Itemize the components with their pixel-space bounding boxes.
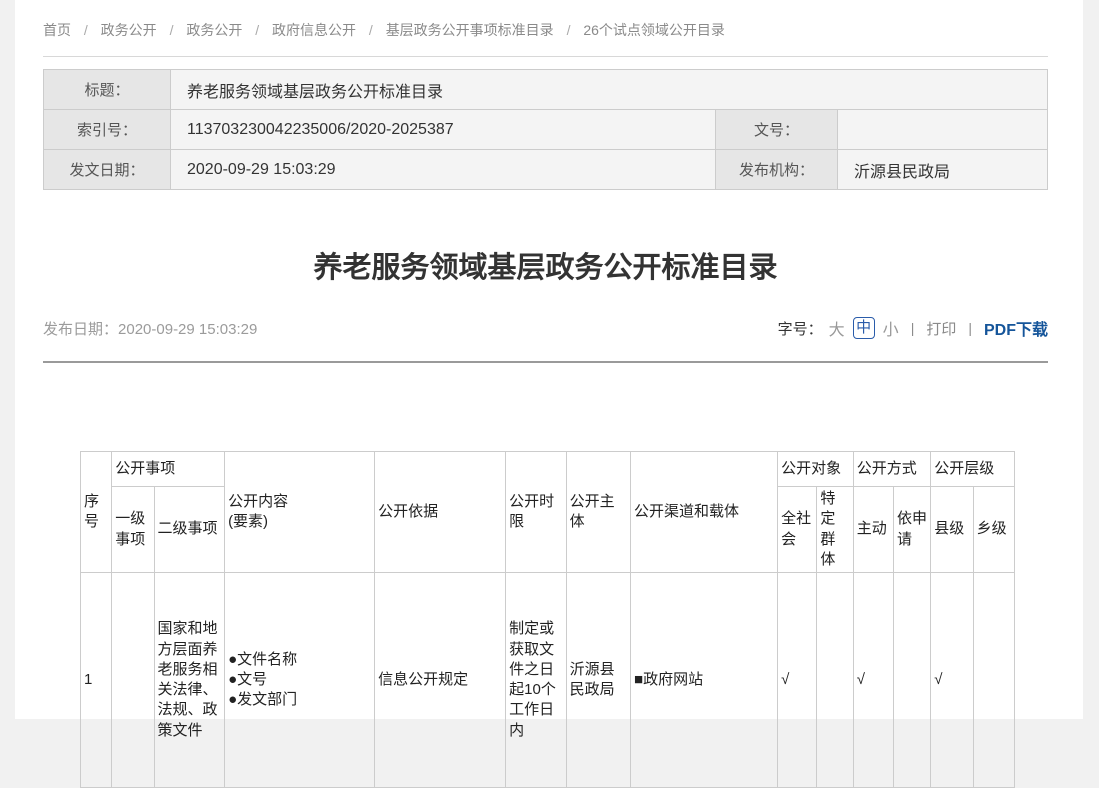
breadcrumb-separator: / bbox=[369, 22, 373, 38]
header-method-active: 主动 bbox=[853, 487, 893, 573]
doc-agency-label: 发布机构： bbox=[716, 150, 838, 190]
cell-level2-item: 国家和地方层面养老服务相关法律、法规、政策文件 bbox=[154, 573, 225, 788]
header-target-all: 全社会 bbox=[778, 487, 817, 573]
breadcrumb-item-standard-catalog[interactable]: 基层政务公开事项标准目录 bbox=[386, 22, 554, 38]
cell-level1-item bbox=[112, 573, 154, 788]
cell-time-limit: 制定或获取文件之日起10个工作日内 bbox=[506, 573, 566, 788]
header-target-specific: 特定群体 bbox=[817, 487, 853, 573]
font-size-label: 字号： bbox=[778, 318, 823, 339]
breadcrumb-separator: / bbox=[567, 22, 571, 38]
page-title: 养老服务领域基层政务公开标准目录 bbox=[43, 247, 1048, 289]
breadcrumb-separator: / bbox=[255, 22, 259, 38]
cell-method-active: √ bbox=[853, 573, 893, 788]
breadcrumb: 首页 / 政务公开 / 政务公开 / 政府信息公开 / 基层政务公开事项标准目录… bbox=[43, 0, 1048, 57]
publish-date-value: 2020-09-29 15:03:29 bbox=[118, 321, 257, 338]
doc-index-label: 索引号： bbox=[44, 110, 171, 150]
cell-target-specific bbox=[817, 573, 853, 788]
breadcrumb-separator: / bbox=[84, 22, 88, 38]
font-size-small-button[interactable]: 小 bbox=[883, 316, 899, 340]
font-size-large-button[interactable]: 大 bbox=[829, 316, 845, 340]
catalog-header-row-1: 序号 公开事项 公开内容 (要素) 公开依据 公开时限 公开主体 公开渠道和载体… bbox=[81, 452, 1015, 487]
cell-basis: 信息公开规定 bbox=[375, 573, 506, 788]
header-method-on-request: 依申请 bbox=[893, 487, 930, 573]
breadcrumb-item-gov-info[interactable]: 政府信息公开 bbox=[272, 22, 356, 38]
cell-content: ●文件名称 ●文号 ●发文部门 bbox=[225, 573, 375, 788]
doc-issue-date-label: 发文日期： bbox=[44, 150, 171, 190]
header-content: 公开内容 (要素) bbox=[225, 452, 375, 573]
header-seq: 序号 bbox=[81, 452, 112, 573]
breadcrumb-item-pilot-catalog[interactable]: 26个试点领域公开目录 bbox=[583, 22, 725, 38]
document-info-table: 标题： 养老服务领域基层政务公开标准目录 索引号： 11370323004223… bbox=[43, 69, 1048, 190]
content-panel: 首页 / 政务公开 / 政务公开 / 政府信息公开 / 基层政务公开事项标准目录… bbox=[15, 0, 1083, 719]
content-inner: 首页 / 政务公开 / 政务公开 / 政府信息公开 / 基层政务公开事项标准目录… bbox=[43, 0, 1048, 788]
doc-number-label: 文号： bbox=[716, 110, 838, 150]
doc-title-value: 养老服务领域基层政务公开标准目录 bbox=[171, 70, 1048, 110]
article-controls: 字号： 大 中 小 | 打印 | PDF下载 bbox=[778, 316, 1048, 340]
breadcrumb-item-zhengwu-2[interactable]: 政务公开 bbox=[186, 22, 242, 38]
cell-level-township bbox=[973, 573, 1014, 788]
header-channel: 公开渠道和载体 bbox=[631, 452, 778, 573]
page-background: 首页 / 政务公开 / 政务公开 / 政府信息公开 / 基层政务公开事项标准目录… bbox=[0, 0, 1099, 719]
cell-level-county: √ bbox=[931, 573, 973, 788]
catalog-data-row: 1 国家和地方层面养老服务相关法律、法规、政策文件 ●文件名称 ●文号 ●发文部… bbox=[81, 573, 1015, 788]
article-meta-row: 发布日期：2020-09-29 15:03:29 字号： 大 中 小 | 打印 … bbox=[43, 315, 1048, 341]
header-subject: 公开主体 bbox=[566, 452, 630, 573]
breadcrumb-item-zhengwu-1[interactable]: 政务公开 bbox=[101, 22, 157, 38]
doc-agency-value: 沂源县民政局 bbox=[838, 150, 1048, 190]
header-target-group: 公开对象 bbox=[778, 452, 854, 487]
breadcrumb-separator: / bbox=[170, 22, 174, 38]
cell-target-all: √ bbox=[778, 573, 817, 788]
separator-line bbox=[43, 361, 1048, 363]
cell-channel: ■政府网站 bbox=[631, 573, 778, 788]
header-level1-item: 一级事项 bbox=[112, 487, 154, 573]
divider: | bbox=[911, 320, 915, 336]
cell-method-on-request bbox=[893, 573, 930, 788]
doc-number-value bbox=[838, 110, 1048, 150]
header-level-county: 县级 bbox=[931, 487, 973, 573]
header-level-township: 乡级 bbox=[973, 487, 1014, 573]
publish-date: 发布日期：2020-09-29 15:03:29 bbox=[43, 318, 257, 339]
doc-info-row-index: 索引号： 113703230042235006/2020-2025387 文号： bbox=[44, 110, 1048, 150]
header-basis: 公开依据 bbox=[375, 452, 506, 573]
catalog-table: 序号 公开事项 公开内容 (要素) 公开依据 公开时限 公开主体 公开渠道和载体… bbox=[80, 451, 1015, 788]
header-item-group: 公开事项 bbox=[112, 452, 225, 487]
doc-info-row-title: 标题： 养老服务领域基层政务公开标准目录 bbox=[44, 70, 1048, 110]
doc-info-row-date: 发文日期： 2020-09-29 15:03:29 发布机构： 沂源县民政局 bbox=[44, 150, 1048, 190]
publish-date-label: 发布日期： bbox=[43, 321, 118, 338]
font-size-medium-button[interactable]: 中 bbox=[853, 317, 875, 339]
doc-index-value: 113703230042235006/2020-2025387 bbox=[171, 110, 716, 150]
breadcrumb-item-home[interactable]: 首页 bbox=[43, 22, 71, 38]
header-level-group: 公开层级 bbox=[931, 452, 1015, 487]
doc-issue-date-value: 2020-09-29 15:03:29 bbox=[171, 150, 716, 190]
divider: | bbox=[968, 320, 972, 336]
print-button[interactable]: 打印 bbox=[926, 318, 956, 339]
header-time-limit: 公开时限 bbox=[506, 452, 566, 573]
pdf-download-button[interactable]: PDF下载 bbox=[984, 316, 1048, 340]
cell-subject: 沂源县民政局 bbox=[566, 573, 630, 788]
header-method-group: 公开方式 bbox=[853, 452, 931, 487]
doc-title-label: 标题： bbox=[44, 70, 171, 110]
header-level2-item: 二级事项 bbox=[154, 487, 225, 573]
cell-seq: 1 bbox=[81, 573, 112, 788]
